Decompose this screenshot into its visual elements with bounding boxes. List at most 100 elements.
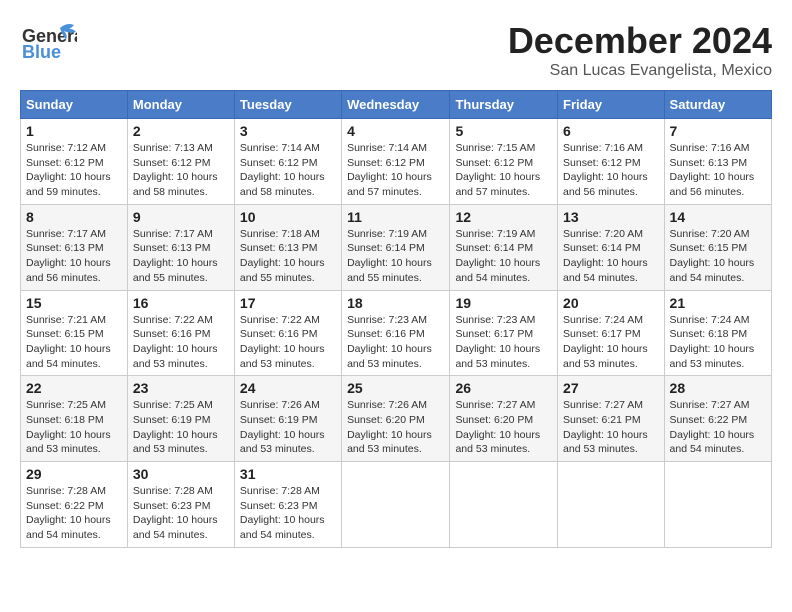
day-number: 2 [133,123,229,139]
day-info: Sunrise: 7:26 AMSunset: 6:20 PMDaylight:… [347,398,444,457]
day-number: 17 [240,295,336,311]
calendar-cell: 19 Sunrise: 7:23 AMSunset: 6:17 PMDayligh… [450,290,558,376]
day-info: Sunrise: 7:12 AMSunset: 6:12 PMDaylight:… [26,141,122,200]
calendar-cell: 24 Sunrise: 7:26 AMSunset: 6:19 PMDayligh… [234,376,341,462]
calendar-week-3: 15Sunrise: 7:21 AMSunset: 6:15 PMDayligh… [21,290,772,376]
day-number: 12 [455,209,552,225]
day-info: Sunrise: 7:20 AMSunset: 6:15 PMDaylight:… [670,227,766,286]
day-number: 27 [563,380,659,396]
day-number: 16 [133,295,229,311]
day-number: 5 [455,123,552,139]
day-number: 4 [347,123,444,139]
day-info: Sunrise: 7:23 AMSunset: 6:17 PMDaylight:… [455,313,552,372]
logo: General Blue [20,20,77,70]
calendar-week-4: 22 Sunrise: 7:25 AMSunset: 6:18 PMDayligh… [21,376,772,462]
col-monday: Monday [127,91,234,119]
calendar-week-5: 29 Sunrise: 7:28 AMSunset: 6:22 PMDayligh… [21,462,772,548]
calendar-cell: 6Sunrise: 7:16 AMSunset: 6:12 PMDaylight… [558,119,665,205]
col-thursday: Thursday [450,91,558,119]
calendar-cell [558,462,665,548]
calendar-cell: 2Sunrise: 7:13 AMSunset: 6:12 PMDaylight… [127,119,234,205]
calendar-cell: 16 Sunrise: 7:22 AMSunset: 6:16 PMDayligh… [127,290,234,376]
page-subtitle: San Lucas Evangelista, Mexico [508,62,772,80]
calendar-cell: 28 Sunrise: 7:27 AMSunset: 6:22 PMDayligh… [664,376,771,462]
day-number: 13 [563,209,659,225]
calendar-cell: 27 Sunrise: 7:27 AMSunset: 6:21 PMDayligh… [558,376,665,462]
calendar-cell: 30 Sunrise: 7:28 AMSunset: 6:23 PMDayligh… [127,462,234,548]
day-number: 26 [455,380,552,396]
day-info: Sunrise: 7:28 AMSunset: 6:22 PMDaylight:… [26,484,122,543]
day-info: Sunrise: 7:22 AMSunset: 6:16 PMDaylight:… [240,313,336,372]
day-info: Sunrise: 7:27 AMSunset: 6:22 PMDaylight:… [670,398,766,457]
day-info: Sunrise: 7:19 AMSunset: 6:14 PMDaylight:… [455,227,552,286]
day-info: Sunrise: 7:22 AMSunset: 6:16 PMDaylight:… [133,313,229,372]
calendar-week-1: 1 Sunrise: 7:12 AMSunset: 6:12 PMDaylight… [21,119,772,205]
calendar-cell: 5 Sunrise: 7:15 AMSunset: 6:12 PMDaylight… [450,119,558,205]
day-info: Sunrise: 7:14 AMSunset: 6:12 PMDaylight:… [347,141,444,200]
day-info: Sunrise: 7:24 AMSunset: 6:17 PMDaylight:… [563,313,659,372]
day-info: Sunrise: 7:19 AMSunset: 6:14 PMDaylight:… [347,227,444,286]
day-info: Sunrise: 7:17 AMSunset: 6:13 PMDaylight:… [26,227,122,286]
day-info: Sunrise: 7:18 AMSunset: 6:13 PMDaylight:… [240,227,336,286]
calendar-cell [450,462,558,548]
day-number: 23 [133,380,229,396]
day-number: 28 [670,380,766,396]
calendar-cell: 3 Sunrise: 7:14 AMSunset: 6:12 PMDaylight… [234,119,341,205]
calendar-cell: 7 Sunrise: 7:16 AMSunset: 6:13 PMDaylight… [664,119,771,205]
day-number: 25 [347,380,444,396]
day-number: 21 [670,295,766,311]
day-info: Sunrise: 7:25 AMSunset: 6:18 PMDaylight:… [26,398,122,457]
day-info: Sunrise: 7:23 AMSunset: 6:16 PMDaylight:… [347,313,444,372]
day-info: Sunrise: 7:14 AMSunset: 6:12 PMDaylight:… [240,141,336,200]
page-title: December 2024 [508,20,772,62]
day-number: 6 [563,123,659,139]
calendar-cell: 11 Sunrise: 7:19 AMSunset: 6:14 PMDayligh… [342,204,450,290]
day-number: 3 [240,123,336,139]
col-tuesday: Tuesday [234,91,341,119]
day-info: Sunrise: 7:26 AMSunset: 6:19 PMDaylight:… [240,398,336,457]
day-number: 15 [26,295,122,311]
day-number: 10 [240,209,336,225]
calendar-cell: 8 Sunrise: 7:17 AMSunset: 6:13 PMDaylight… [21,204,128,290]
calendar-cell [342,462,450,548]
day-info: Sunrise: 7:24 AMSunset: 6:18 PMDaylight:… [670,313,766,372]
calendar-cell: 23 Sunrise: 7:25 AMSunset: 6:19 PMDayligh… [127,376,234,462]
day-number: 11 [347,209,444,225]
day-info: Sunrise: 7:27 AMSunset: 6:20 PMDaylight:… [455,398,552,457]
day-number: 30 [133,466,229,482]
calendar-cell: 29 Sunrise: 7:28 AMSunset: 6:22 PMDayligh… [21,462,128,548]
day-number: 24 [240,380,336,396]
title-area: December 2024 San Lucas Evangelista, Mex… [508,20,772,80]
day-number: 19 [455,295,552,311]
calendar-table: Sunday Monday Tuesday Wednesday Thursday… [20,90,772,548]
calendar-cell: 12 Sunrise: 7:19 AMSunset: 6:14 PMDayligh… [450,204,558,290]
calendar-cell: 20Sunrise: 7:24 AMSunset: 6:17 PMDayligh… [558,290,665,376]
calendar-cell: 14Sunrise: 7:20 AMSunset: 6:15 PMDayligh… [664,204,771,290]
col-saturday: Saturday [664,91,771,119]
calendar-week-2: 8 Sunrise: 7:17 AMSunset: 6:13 PMDaylight… [21,204,772,290]
logo-bird-icon: General Blue [22,20,77,65]
day-number: 1 [26,123,122,139]
day-number: 22 [26,380,122,396]
calendar-cell: 1 Sunrise: 7:12 AMSunset: 6:12 PMDaylight… [21,119,128,205]
day-info: Sunrise: 7:15 AMSunset: 6:12 PMDaylight:… [455,141,552,200]
calendar-cell: 21 Sunrise: 7:24 AMSunset: 6:18 PMDayligh… [664,290,771,376]
calendar-cell: 18Sunrise: 7:23 AMSunset: 6:16 PMDayligh… [342,290,450,376]
calendar-cell: 17 Sunrise: 7:22 AMSunset: 6:16 PMDayligh… [234,290,341,376]
day-info: Sunrise: 7:28 AMSunset: 6:23 PMDaylight:… [240,484,336,543]
day-info: Sunrise: 7:16 AMSunset: 6:13 PMDaylight:… [670,141,766,200]
calendar-cell: 9Sunrise: 7:17 AMSunset: 6:13 PMDaylight… [127,204,234,290]
calendar-cell: 15Sunrise: 7:21 AMSunset: 6:15 PMDayligh… [21,290,128,376]
calendar-cell: 31 Sunrise: 7:28 AMSunset: 6:23 PMDayligh… [234,462,341,548]
day-number: 8 [26,209,122,225]
day-number: 7 [670,123,766,139]
calendar-cell: 26 Sunrise: 7:27 AMSunset: 6:20 PMDayligh… [450,376,558,462]
day-info: Sunrise: 7:28 AMSunset: 6:23 PMDaylight:… [133,484,229,543]
day-info: Sunrise: 7:27 AMSunset: 6:21 PMDaylight:… [563,398,659,457]
day-number: 29 [26,466,122,482]
calendar-cell: 13Sunrise: 7:20 AMSunset: 6:14 PMDayligh… [558,204,665,290]
svg-text:Blue: Blue [22,42,61,62]
day-info: Sunrise: 7:25 AMSunset: 6:19 PMDaylight:… [133,398,229,457]
day-number: 31 [240,466,336,482]
calendar-header-row: Sunday Monday Tuesday Wednesday Thursday… [21,91,772,119]
